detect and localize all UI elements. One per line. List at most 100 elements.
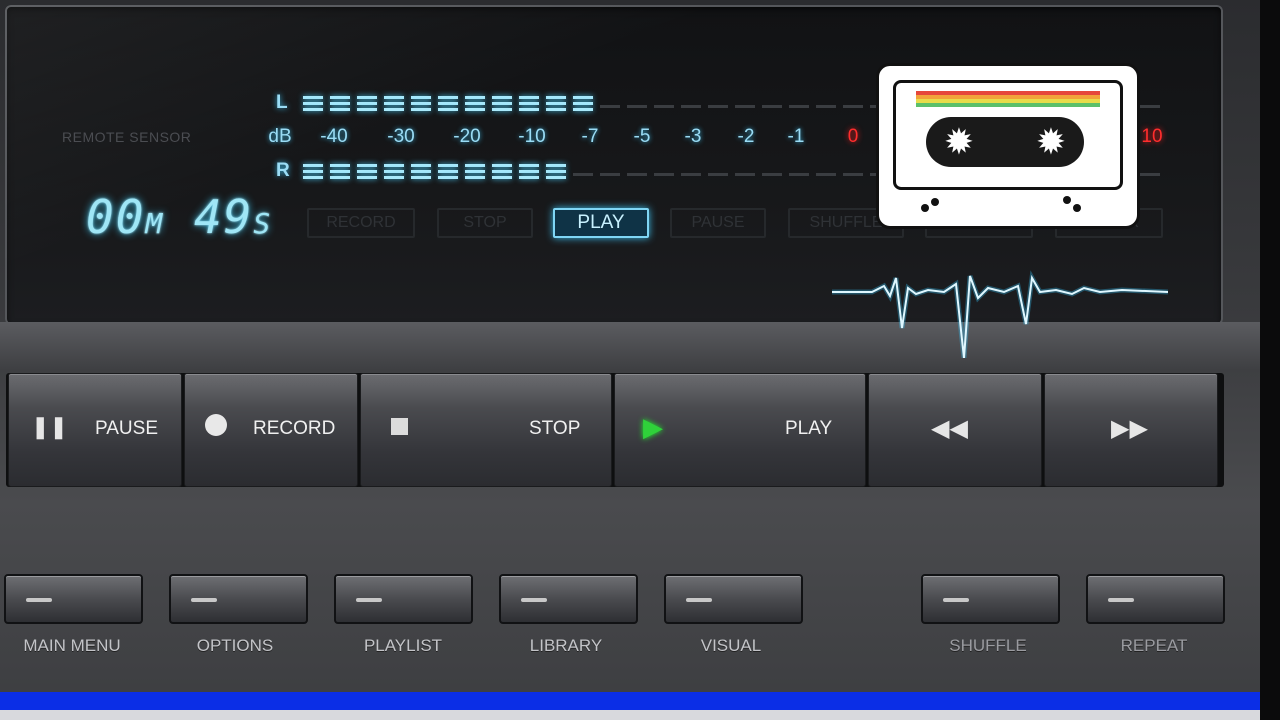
- shuffle-button[interactable]: [921, 574, 1060, 624]
- meter-segment: [789, 162, 809, 180]
- repeat-button[interactable]: [1086, 574, 1225, 624]
- cassette-hole: [1063, 196, 1071, 204]
- record-icon: [205, 414, 227, 436]
- meter-segment: [357, 94, 377, 112]
- playlist-button[interactable]: [334, 574, 473, 624]
- repeat-led: [1108, 598, 1134, 602]
- reel-right-icon: ✹: [1035, 121, 1067, 162]
- meter-segment: [546, 162, 566, 180]
- meter-segment: [384, 94, 404, 112]
- meter-segment: [816, 162, 836, 180]
- options-button[interactable]: [169, 574, 308, 624]
- meter-segment: [411, 94, 431, 112]
- db-tick-label: 10: [1141, 126, 1163, 147]
- db-tick-label: -3: [684, 126, 702, 147]
- fast-forward-button[interactable]: ▶▶: [1044, 373, 1218, 487]
- pause-button[interactable]: ❚❚ PAUSE: [8, 373, 182, 487]
- play-icon: ▶: [643, 412, 663, 442]
- cassette-body: ✹ ✹: [893, 80, 1123, 190]
- meter-segment: [762, 94, 782, 112]
- reel-left-icon: ✹: [943, 121, 975, 162]
- meter-right-label: R: [276, 160, 290, 181]
- meter-segment: [357, 162, 377, 180]
- waveform-visualizer: [832, 270, 1168, 358]
- playlist-label: PLAYLIST: [363, 636, 443, 655]
- meter-segment: [681, 162, 701, 180]
- db-tick-label: -10: [518, 126, 546, 147]
- status-strip: [0, 692, 1260, 710]
- visual-led: [686, 598, 712, 602]
- meter-segment: [465, 94, 485, 112]
- main-menu-led: [26, 598, 52, 602]
- play-button[interactable]: ▶ PLAY: [614, 373, 866, 487]
- time-minutes: 00: [86, 190, 146, 244]
- meter-segment: [384, 162, 404, 180]
- cassette-hole: [931, 198, 939, 206]
- meter-segment: [303, 94, 323, 112]
- meter-segment: [573, 94, 593, 112]
- mode-indicator-stop: STOP: [437, 208, 533, 238]
- meter-segment: [735, 94, 755, 112]
- cassette-hole: [921, 204, 929, 212]
- meter-segment: [519, 94, 539, 112]
- db-tick-label: -5: [633, 126, 651, 147]
- meter-segment: [600, 94, 620, 112]
- time-seconds-unit: S: [253, 207, 273, 240]
- meter-segment: [330, 94, 350, 112]
- meter-segment: [735, 162, 755, 180]
- meter-segment: [762, 162, 782, 180]
- record-button[interactable]: RECORD: [184, 373, 358, 487]
- meter-segment: [708, 162, 728, 180]
- main-menu-label: MAIN MENU: [23, 636, 121, 655]
- meter-segment: [681, 94, 701, 112]
- db-tick-label: -2: [737, 126, 755, 147]
- db-tick-label: -30: [387, 126, 415, 147]
- meter-segment: [519, 162, 539, 180]
- meter-segment: [438, 94, 458, 112]
- remote-sensor-label: REMOTE SENSOR: [62, 129, 192, 145]
- db-tick-label: -1: [787, 126, 805, 147]
- visual-button[interactable]: [664, 574, 803, 624]
- play-label: PLAY: [785, 418, 833, 439]
- meter-segment: [816, 94, 836, 112]
- meter-segment: [492, 162, 512, 180]
- meter-segment: [627, 162, 647, 180]
- meter-segment: [573, 162, 593, 180]
- meter-segment: [411, 162, 431, 180]
- stop-label: STOP: [529, 418, 581, 439]
- status-strip-lower: [0, 710, 1260, 720]
- db-scale-unit: dB: [268, 126, 292, 147]
- stop-icon: [391, 418, 408, 435]
- pause-icon: ❚❚: [31, 414, 68, 439]
- db-tick-label: -7: [581, 126, 599, 147]
- shuffle-led: [943, 598, 969, 602]
- main-menu-button[interactable]: [4, 574, 143, 624]
- stop-button[interactable]: STOP: [360, 373, 612, 487]
- meter-segment: [654, 162, 674, 180]
- meter-segment: [843, 94, 863, 112]
- meter-segment: [438, 162, 458, 180]
- mode-indicator-pause: PAUSE: [670, 208, 766, 238]
- library-button[interactable]: [499, 574, 638, 624]
- meter-segment: [303, 162, 323, 180]
- meter-segment: [465, 162, 485, 180]
- shuffle-label: SHUFFLE: [949, 636, 1027, 655]
- cassette-icon: ✹ ✹: [876, 63, 1140, 229]
- fast-forward-icon: ▶▶: [1111, 415, 1148, 442]
- meter-segment: [843, 162, 863, 180]
- db-tick-label: 0: [847, 126, 859, 147]
- library-led: [521, 598, 547, 602]
- mode-indicator-record: RECORD: [307, 208, 415, 238]
- meter-segment: [789, 94, 809, 112]
- record-label: RECORD: [253, 418, 336, 439]
- meter-segment: [600, 162, 620, 180]
- cassette-holes: [919, 192, 1099, 212]
- elapsed-time: 00M 49S: [86, 190, 272, 244]
- meter-segment: [492, 94, 512, 112]
- window-edge: [1260, 0, 1280, 720]
- meter-left-label: L: [276, 92, 288, 113]
- meter-segment: [1140, 162, 1160, 180]
- options-label: OPTIONS: [196, 636, 274, 655]
- rewind-button[interactable]: ◀◀: [868, 373, 1042, 487]
- meter-segment: [330, 162, 350, 180]
